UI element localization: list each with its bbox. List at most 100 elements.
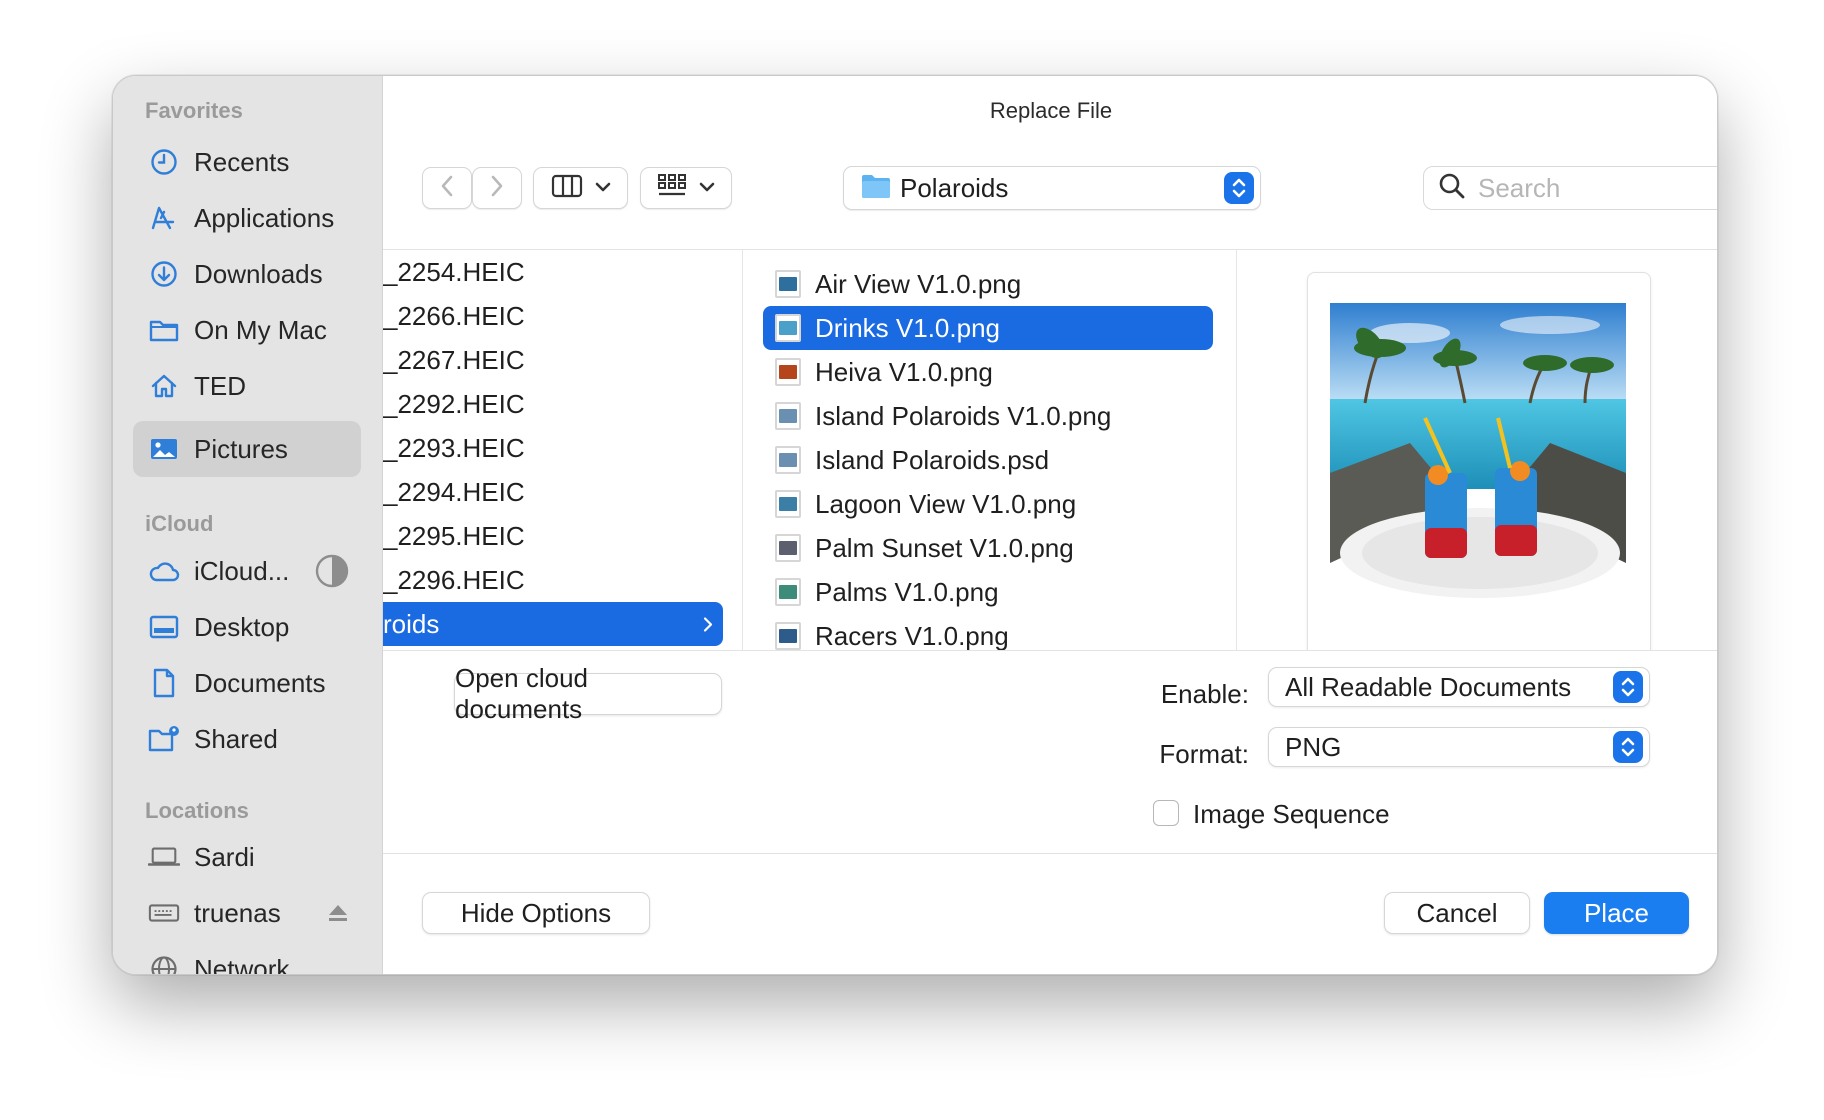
file-name: _2293.HEIC bbox=[383, 432, 525, 463]
sidebar-item-icloud-drive[interactable]: iCloud... bbox=[133, 543, 361, 599]
file-row[interactable]: Palms V1.0.png bbox=[763, 570, 1213, 614]
globe-icon bbox=[148, 953, 180, 974]
cancel-button[interactable]: Cancel bbox=[1384, 892, 1530, 934]
file-name: Racers V1.0.png bbox=[815, 620, 1009, 651]
list-item[interactable]: _2294.HEIC bbox=[383, 470, 723, 514]
eject-icon[interactable] bbox=[327, 903, 349, 923]
list-item[interactable]: _2292.HEIC bbox=[383, 382, 723, 426]
sidebar-item-sardi[interactable]: Sardi bbox=[133, 829, 361, 885]
preview-frame bbox=[1307, 272, 1651, 650]
file-browser: _2254.HEIC _2266.HEIC _2267.HEIC _2292.H… bbox=[383, 249, 1717, 651]
file-row[interactable]: Palm Sunset V1.0.png bbox=[763, 526, 1213, 570]
columns-view-icon bbox=[551, 174, 583, 203]
image-file-icon bbox=[775, 270, 801, 298]
sidebar-item-label: Documents bbox=[194, 667, 326, 698]
file-name: Palms V1.0.png bbox=[815, 576, 999, 607]
sidebar: Favorites Recents Applications Downloads… bbox=[113, 76, 383, 974]
sidebar-item-pictures[interactable]: Pictures bbox=[133, 421, 361, 477]
file-row[interactable]: Racers V1.0.png bbox=[763, 614, 1213, 651]
chevron-right-icon bbox=[703, 609, 713, 640]
sidebar-item-label: truenas bbox=[194, 897, 281, 928]
format-label: Format: bbox=[1159, 739, 1249, 769]
search-input[interactable] bbox=[1478, 172, 1698, 204]
sidebar-item-label: Applications bbox=[194, 202, 335, 233]
sidebar-item-label: iCloud... bbox=[194, 555, 290, 586]
grid-icon bbox=[657, 173, 687, 204]
file-row[interactable]: Island Polaroids V1.0.png bbox=[763, 394, 1213, 438]
sidebar-item-shared[interactable]: Shared bbox=[133, 711, 361, 767]
preview-image bbox=[1330, 303, 1626, 599]
open-cloud-documents-button[interactable]: Open cloud documents bbox=[454, 663, 722, 724]
chevron-right-icon bbox=[490, 175, 504, 202]
chevron-left-icon bbox=[440, 175, 454, 202]
chevron-down-icon bbox=[595, 179, 611, 197]
dialog-title: Replace File bbox=[989, 98, 1113, 123]
sidebar-item-network[interactable]: Network bbox=[133, 941, 361, 974]
image-file-icon bbox=[775, 578, 801, 606]
image-sequence-label: Image Sequence bbox=[1193, 799, 1390, 829]
file-row[interactable]: Lagoon View V1.0.png bbox=[763, 482, 1213, 526]
forward-button[interactable] bbox=[472, 167, 522, 209]
image-sequence-checkbox[interactable] bbox=[1153, 800, 1179, 826]
file-name: Palm Sunset V1.0.png bbox=[815, 532, 1074, 563]
search-field[interactable] bbox=[1423, 166, 1717, 210]
format-popup[interactable]: PNG bbox=[1268, 727, 1650, 767]
file-row[interactable]: Air View V1.0.png bbox=[763, 262, 1213, 306]
search-icon bbox=[1438, 172, 1466, 205]
stepper-arrows-icon bbox=[1613, 731, 1643, 763]
image-file-icon bbox=[775, 534, 801, 562]
list-item[interactable]: _2267.HEIC bbox=[383, 338, 723, 382]
file-name: _2295.HEIC bbox=[383, 520, 525, 551]
sync-progress-icon bbox=[315, 554, 349, 588]
hide-options-button[interactable]: Hide Options bbox=[422, 892, 650, 934]
list-item[interactable]: _2254.HEIC bbox=[383, 250, 723, 294]
sidebar-section-locations: Locations bbox=[145, 798, 249, 823]
document-icon bbox=[148, 667, 180, 699]
image-file-icon bbox=[775, 314, 801, 342]
enable-popup-value: All Readable Documents bbox=[1285, 671, 1572, 702]
file-name: Air View V1.0.png bbox=[815, 268, 1022, 299]
stepper-arrows-icon bbox=[1224, 172, 1254, 204]
cloud-icon bbox=[148, 555, 180, 587]
psd-file-icon bbox=[775, 446, 801, 474]
stepper-arrows-icon bbox=[1613, 671, 1643, 703]
image-file-icon bbox=[775, 490, 801, 518]
file-name: Drinks V1.0.png bbox=[815, 312, 1000, 343]
main-panel: Replace File Polaroids Search _2254.HEIC… bbox=[383, 76, 1717, 974]
sidebar-item-label: Desktop bbox=[194, 611, 290, 642]
sidebar-item-ted[interactable]: TED bbox=[133, 358, 361, 414]
list-item-polaroids-folder[interactable]: roids bbox=[383, 602, 723, 646]
sidebar-item-label: Shared bbox=[194, 723, 278, 754]
file-row-selected[interactable]: Drinks V1.0.png bbox=[763, 306, 1213, 350]
list-item[interactable]: _2295.HEIC bbox=[383, 514, 723, 558]
sidebar-item-documents[interactable]: Documents bbox=[133, 655, 361, 711]
file-row[interactable]: Island Polaroids.psd bbox=[763, 438, 1213, 482]
enable-popup[interactable]: All Readable Documents bbox=[1268, 667, 1650, 707]
group-by-button[interactable] bbox=[640, 167, 732, 209]
file-name: _2296.HEIC bbox=[383, 564, 525, 595]
list-item[interactable]: _2266.HEIC bbox=[383, 294, 723, 338]
sidebar-item-on-my-mac[interactable]: On My Mac bbox=[133, 302, 361, 358]
list-item[interactable]: _2296.HEIC bbox=[383, 558, 723, 602]
browser-column-files: Air View V1.0.png Drinks V1.0.png Heiva … bbox=[743, 250, 1237, 650]
sidebar-item-applications[interactable]: Applications bbox=[133, 190, 361, 246]
place-button[interactable]: Place bbox=[1544, 892, 1689, 934]
file-row[interactable]: Heiva V1.0.png bbox=[763, 350, 1213, 394]
list-item[interactable]: _2293.HEIC bbox=[383, 426, 723, 470]
back-button[interactable] bbox=[422, 167, 472, 209]
sidebar-item-truenas[interactable]: truenas bbox=[133, 885, 361, 941]
sidebar-item-desktop[interactable]: Desktop bbox=[133, 599, 361, 655]
view-mode-button[interactable] bbox=[533, 167, 628, 209]
location-popup[interactable]: Polaroids bbox=[843, 166, 1261, 210]
sidebar-item-recents[interactable]: Recents bbox=[133, 134, 361, 190]
file-name: Island Polaroids.psd bbox=[815, 444, 1050, 475]
format-popup-value: PNG bbox=[1285, 731, 1342, 762]
sidebar-item-label: TED bbox=[194, 370, 246, 401]
sidebar-item-label: On My Mac bbox=[194, 314, 327, 345]
file-name: Island Polaroids V1.0.png bbox=[815, 400, 1112, 431]
sidebar-item-label: Network bbox=[194, 953, 290, 975]
sidebar-item-label: Pictures bbox=[194, 433, 288, 464]
sidebar-item-downloads[interactable]: Downloads bbox=[133, 246, 361, 302]
download-icon bbox=[148, 258, 180, 290]
file-name: _2294.HEIC bbox=[383, 476, 525, 507]
